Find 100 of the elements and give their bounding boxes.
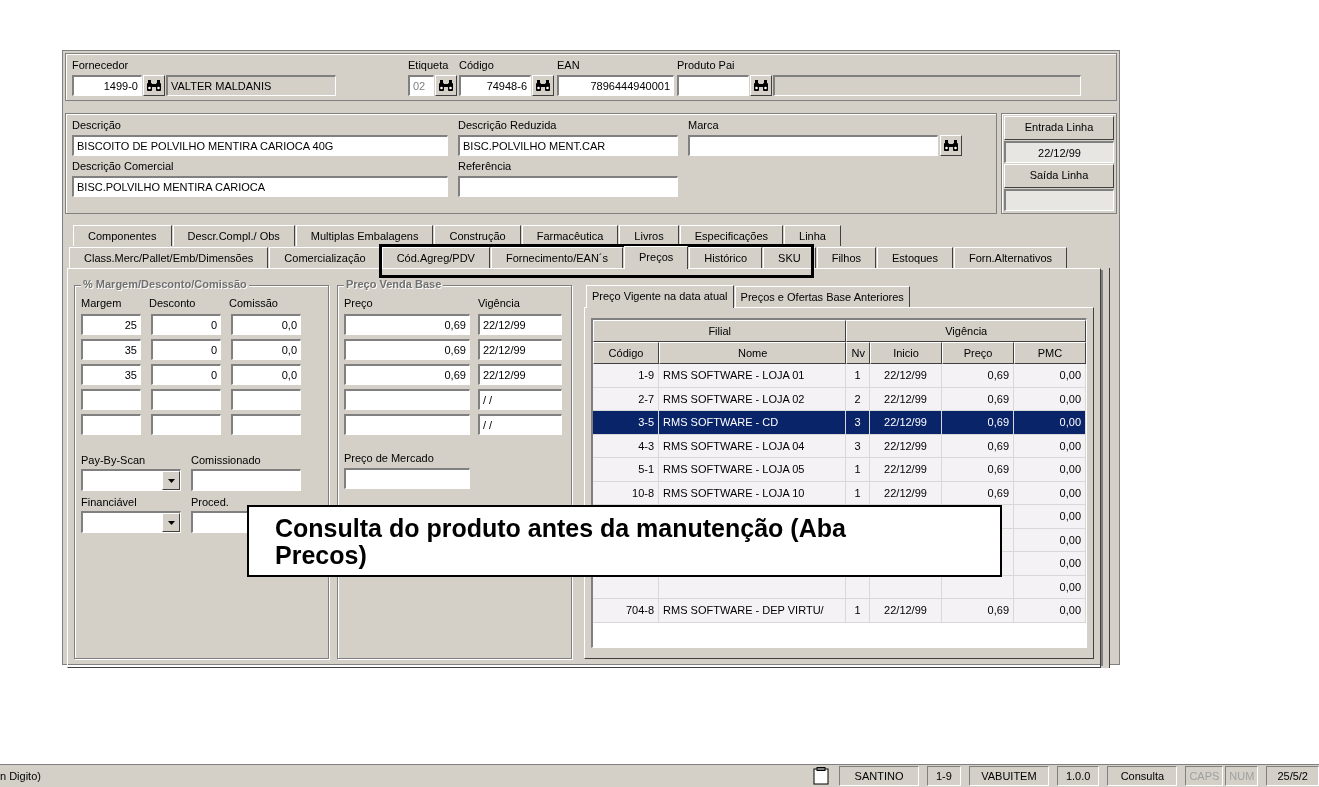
text-field[interactable]: [231, 414, 301, 435]
text-field[interactable]: [677, 75, 749, 96]
text-field[interactable]: [231, 389, 301, 410]
search-button[interactable]: [143, 75, 165, 96]
text-field[interactable]: [81, 414, 141, 435]
table-cell: 22/12/99: [870, 481, 942, 505]
text-field[interactable]: [458, 176, 678, 197]
text-field[interactable]: 0,0: [231, 364, 301, 385]
text-field[interactable]: 0: [151, 364, 221, 385]
text-field[interactable]: BISC.POLVILHO MENTIRA CARIOCA: [72, 176, 448, 197]
text-field[interactable]: 7896444940001: [557, 75, 674, 96]
tab[interactable]: Fornecimento/EAN´s: [490, 247, 623, 268]
text-field[interactable]: / /: [477, 389, 562, 410]
table-cell: 0,69: [942, 434, 1014, 458]
tab[interactable]: Forn.Alternativos: [953, 247, 1068, 268]
tab[interactable]: Especificações: [679, 225, 784, 246]
search-button[interactable]: [532, 75, 554, 96]
column-header[interactable]: Nv: [846, 342, 871, 364]
table-cell: 1: [846, 364, 870, 388]
table-cell: 10-8: [593, 481, 660, 505]
text-field[interactable]: 0: [151, 339, 221, 360]
binoculars-icon: [438, 79, 454, 92]
tab[interactable]: Farmacêutica: [521, 225, 619, 246]
text-field[interactable]: 1499-0: [72, 75, 142, 96]
text-field[interactable]: [343, 414, 470, 435]
table-cell: RMS SOFTWARE - LOJA 04: [659, 434, 847, 458]
text-field[interactable]: 0,69: [343, 314, 470, 335]
column-header[interactable]: PMC: [1014, 342, 1086, 364]
field-label: EAN: [557, 58, 581, 72]
table-cell: 0,00: [1014, 552, 1086, 576]
text-field[interactable]: 22/12/99: [477, 314, 562, 335]
table-cell: RMS SOFTWARE - LOJA 01: [659, 364, 847, 388]
column-header[interactable]: Inicio: [870, 342, 943, 364]
tab[interactable]: Cód.Agreg/PDV: [381, 247, 490, 268]
table-cell: 0,00: [1014, 481, 1086, 505]
text-field[interactable]: 0,69: [343, 339, 470, 360]
text-field[interactable]: [81, 389, 141, 410]
table-cell: [593, 575, 660, 599]
tab[interactable]: Comercialização: [269, 247, 381, 268]
text-field[interactable]: [151, 414, 221, 435]
text-field[interactable]: 0,69: [343, 364, 470, 385]
text-field[interactable]: 0,0: [231, 314, 301, 335]
dropdown[interactable]: [81, 469, 181, 491]
table-cell: 22/12/99: [870, 411, 942, 435]
column-header[interactable]: Nome: [659, 342, 847, 364]
tab[interactable]: SKU: [763, 247, 816, 268]
text-field[interactable]: BISCOITO DE POLVILHO MENTIRA CARIOCA 40G: [72, 135, 448, 156]
table-cell: [846, 575, 870, 599]
text-field[interactable]: 0,0: [231, 339, 301, 360]
tab[interactable]: Histórico: [689, 247, 763, 268]
tab[interactable]: Filhos: [816, 247, 877, 268]
search-button[interactable]: [750, 75, 772, 96]
text-field[interactable]: 25: [81, 314, 141, 335]
tab[interactable]: Descr.Compl./ Obs: [172, 225, 295, 246]
search-button[interactable]: [435, 75, 457, 96]
table-cell: 4-3: [593, 434, 660, 458]
table-cell: 0,00: [1014, 364, 1086, 388]
field-label: Preço de Mercado: [343, 451, 435, 465]
table-cell: 1: [846, 481, 870, 505]
tab[interactable]: Multiplas Embalagens: [295, 225, 434, 246]
text-field[interactable]: / /: [477, 414, 562, 435]
table-cell: RMS SOFTWARE - LOJA 10: [659, 481, 847, 505]
table-cell: 0,00: [1014, 387, 1086, 411]
tab[interactable]: Livros: [619, 225, 679, 246]
table-cell: 0,69: [942, 481, 1014, 505]
text-field[interactable]: [688, 135, 938, 156]
tab[interactable]: Preços: [624, 246, 689, 269]
text-field[interactable]: BISC.POLVILHO MENT.CAR: [458, 135, 678, 156]
text-field[interactable]: VALTER MALDANIS: [166, 75, 336, 96]
tab[interactable]: Linha: [784, 225, 841, 246]
text-field[interactable]: [343, 389, 470, 410]
status-user: SANTINO: [839, 766, 919, 786]
tab[interactable]: Class.Merc/Pallet/Emb/Dimensões: [69, 247, 269, 268]
binoculars-icon: [535, 79, 551, 92]
column-header[interactable]: Código: [593, 342, 660, 364]
tab[interactable]: Construção: [434, 225, 521, 246]
text-field[interactable]: [151, 389, 221, 410]
column-label: Vigência: [477, 296, 520, 310]
text-field[interactable]: 74948-6: [459, 75, 531, 96]
caret-icon: [167, 520, 175, 525]
table-cell: 22/12/99: [870, 387, 942, 411]
text-field[interactable]: [773, 75, 1081, 96]
text-field[interactable]: 22/12/99: [477, 364, 562, 385]
column-header[interactable]: Preço: [942, 342, 1014, 364]
text-field[interactable]: [343, 468, 470, 489]
status-date: 25/5/2: [1266, 766, 1319, 786]
tab[interactable]: Componentes: [73, 225, 172, 246]
text-field[interactable]: 22/12/99: [477, 339, 562, 360]
text-field[interactable]: 0: [151, 314, 221, 335]
field-label: Proced.: [191, 495, 230, 509]
dropdown[interactable]: [81, 511, 181, 533]
search-button[interactable]: [940, 135, 962, 156]
tab[interactable]: Estoques: [877, 247, 953, 268]
tab[interactable]: Preço Vigente na data atual: [586, 285, 734, 308]
text-field[interactable]: 35: [81, 364, 141, 385]
table-cell: 0,00: [1014, 505, 1086, 529]
tab[interactable]: Preços e Ofertas Base Anteriores: [734, 286, 910, 307]
text-field[interactable]: 35: [81, 339, 141, 360]
status-mode: Consulta: [1107, 766, 1178, 786]
field-label: Descrição Reduzida: [458, 118, 558, 132]
